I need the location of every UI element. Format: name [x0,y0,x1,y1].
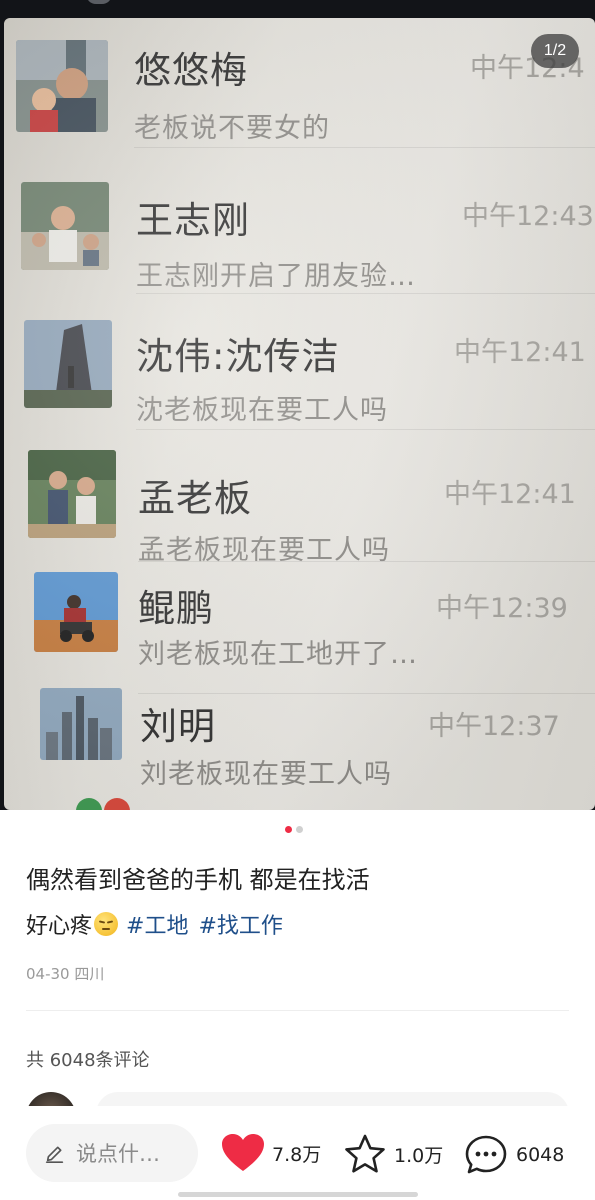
chat-preview: 老板说不要女的 [134,113,330,144]
chat-preview: 王志刚开启了朋友验… [136,261,416,292]
post-title: 偶然看到爸爸的手机 都是在找活 [26,866,370,894]
post-detail-page: 悠悠梅 老板说不要女的 中午12:4 王志刚 王志刚开启了朋友验… 中午12:4… [0,0,595,1200]
post-image[interactable]: 悠悠梅 老板说不要女的 中午12:4 王志刚 王志刚开启了朋友验… 中午12:4… [0,0,595,810]
chat-name: 孟老板 [138,477,252,520]
home-indicator[interactable] [178,1192,418,1197]
carousel-indicator [285,826,303,833]
chat-row: 沈伟:沈传洁 沈老板现在要工人吗 中午12:41 [4,300,595,430]
chat-preview: 刘老板现在要工人吗 [140,759,392,790]
comments-count: 共 6048条评论 [26,1050,150,1071]
chat-time: 中午12:41 [444,479,576,510]
avatar [28,450,116,538]
carousel-dot-active [285,826,292,833]
chat-preview: 刘老板现在工地开了… [138,639,418,670]
avatar [24,320,112,408]
chat-row: 刘明 刘老板现在要工人吗 中午12:37 [4,682,595,810]
bottom-action-bar: 说点什… 7.8万 1.0万 6048 [0,1106,595,1200]
comment-button[interactable]: 6048 [464,1134,564,1176]
heart-icon [222,1134,264,1171]
post-body-text: 好心疼 [26,914,93,939]
like-button[interactable]: 7.8万 [222,1134,321,1172]
comment-input-placeholder: 说点什… [76,1142,160,1166]
top-edge-fragment [86,0,112,4]
chat-name: 刘明 [140,705,216,748]
chat-row: 王志刚 王志刚开启了朋友验… 中午12:43 [4,164,595,294]
avatar [16,40,108,132]
chat-name: 悠悠梅 [134,49,248,92]
avatar [40,688,122,760]
chat-row: 孟老板 孟老板现在要工人吗 中午12:41 [4,432,595,566]
hashtag-link[interactable]: #找工作 [198,908,282,940]
hashtag-link[interactable]: #工地 [126,908,188,940]
comment-bubble-icon [465,1135,507,1174]
comment-input[interactable]: 说点什… [26,1124,198,1182]
chat-preview: 沈老板现在要工人吗 [136,395,388,426]
avatar [21,182,109,270]
chat-name: 王志刚 [136,199,250,242]
post-body: 好心疼 #工地 #找工作 [26,908,283,940]
post-date-location: 04-30 四川 [26,965,105,983]
avatar [34,572,118,652]
pensive-face-icon [94,912,119,936]
chat-name: 沈伟:沈传洁 [136,335,340,378]
chat-time: 中午12:39 [436,593,568,624]
image-counter: 1/2 [531,34,579,68]
comment-count: 6048 [516,1144,565,1166]
chat-time: 中午12:41 [454,337,586,368]
favorite-count: 1.0万 [394,1144,444,1167]
carousel-dot [296,826,303,833]
chat-row: 悠悠梅 老板说不要女的 中午12:4 [4,18,595,148]
divider [26,1010,569,1011]
pencil-icon [45,1146,64,1163]
chat-time: 中午12:43 [462,201,594,232]
chat-time: 中午12:37 [428,711,560,742]
chat-row: 鲲鹏 刘老板现在工地开了… 中午12:39 [4,564,595,694]
like-count: 7.8万 [272,1143,322,1166]
chat-name: 鲲鹏 [138,587,214,630]
favorite-button[interactable]: 1.0万 [344,1134,443,1174]
phone-screen-photo: 悠悠梅 老板说不要女的 中午12:4 王志刚 王志刚开启了朋友验… 中午12:4… [4,18,595,810]
star-icon [345,1134,385,1173]
